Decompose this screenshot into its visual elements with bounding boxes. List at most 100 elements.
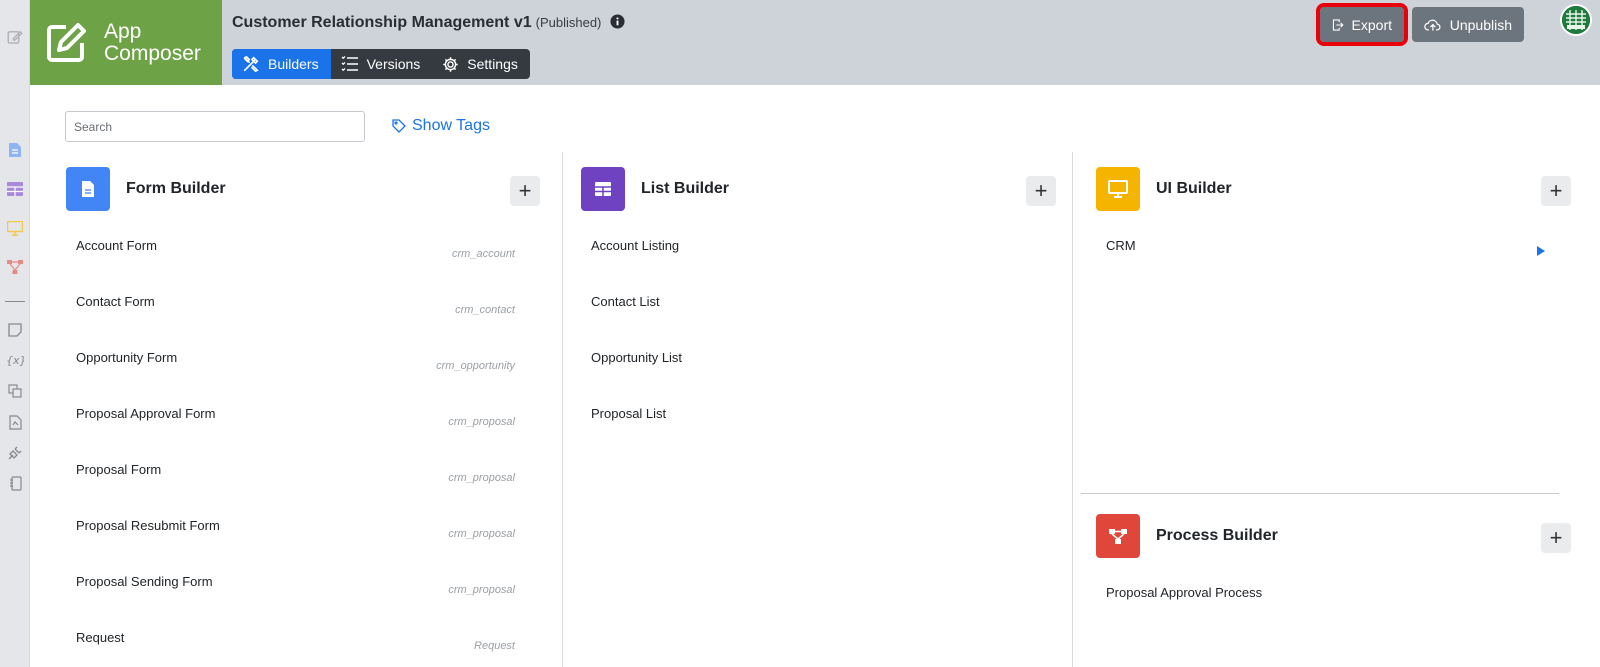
list-builder-icon[interactable] [5, 179, 25, 199]
avatar[interactable] [1560, 4, 1592, 36]
tab-builders[interactable]: Builders [232, 49, 331, 79]
item-table: crm_proposal [448, 416, 515, 428]
form-list-item[interactable]: Request Request [76, 625, 515, 665]
list-item[interactable]: Contact List [591, 289, 1031, 329]
notebook-icon[interactable] [5, 473, 25, 493]
tab-settings[interactable]: Settings [432, 49, 530, 79]
app-title: Customer Relationship Management v1 [232, 14, 532, 31]
app-composer-brand[interactable]: App Composer [30, 0, 222, 85]
add-list-button[interactable]: + [1026, 176, 1056, 206]
process-icon[interactable] [5, 257, 25, 277]
item-name: Proposal Approval Form [76, 406, 216, 421]
ui-builder-icon [1096, 167, 1140, 211]
add-form-button[interactable]: + [510, 176, 540, 206]
item-name: Opportunity Form [76, 350, 178, 365]
item-name: Account Listing [591, 238, 680, 253]
item-table: crm_opportunity [436, 360, 515, 372]
form-list-item[interactable]: Account Form crm_account [76, 233, 515, 273]
unpublish-button[interactable]: Unpublish [1412, 7, 1524, 42]
plus-icon: + [1549, 525, 1563, 550]
variable-icon[interactable]: {x} [5, 350, 25, 370]
item-name: Proposal Sending Form [76, 574, 213, 589]
plugin-icon[interactable] [5, 443, 25, 463]
item-table: crm_proposal [448, 472, 515, 484]
rail-divider [5, 301, 25, 302]
show-tags-link[interactable]: Show Tags [392, 117, 490, 135]
add-process-button[interactable]: + [1541, 523, 1571, 553]
form-builder-title: Form Builder [126, 180, 226, 197]
builders-icon [243, 55, 259, 73]
export-icon [1332, 18, 1344, 31]
item-name: Account Form [76, 238, 157, 253]
item-name: Proposal Form [76, 462, 162, 477]
plus-icon: + [1549, 178, 1563, 203]
tab-versions[interactable]: Versions [331, 49, 433, 79]
brand-line2: Composer [104, 41, 201, 65]
item-table: crm_contact [455, 304, 515, 316]
tag-icon [392, 119, 406, 133]
item-table: crm_account [452, 248, 515, 260]
item-name: Contact Form [76, 294, 155, 309]
edit-logo-icon [47, 22, 86, 62]
item-name: Proposal List [591, 406, 667, 421]
list-builder-icon [581, 167, 625, 211]
builder-tabs: Builders Versions Settings [232, 49, 530, 79]
tab-label: Builders [268, 56, 319, 72]
item-name: Request [76, 630, 125, 645]
export-button[interactable]: Export [1316, 3, 1408, 46]
translate-icon[interactable] [5, 381, 25, 401]
brand-line1: App [104, 19, 142, 43]
item-name: Proposal Resubmit Form [76, 518, 220, 533]
item-table: crm_proposal [448, 528, 515, 540]
column-divider [562, 152, 563, 667]
item-table: crm_proposal [448, 584, 515, 596]
form-builder-header: Form Builder [66, 167, 226, 211]
section-divider [1081, 493, 1559, 494]
ui-builder-title: UI Builder [1156, 180, 1232, 197]
edit-icon[interactable] [5, 27, 25, 47]
show-tags-label: Show Tags [412, 117, 490, 134]
form-icon[interactable] [5, 140, 25, 160]
form-list-item[interactable]: Proposal Form crm_proposal [76, 457, 515, 497]
process-builder-icon [1096, 514, 1140, 558]
left-rail: {x} [0, 0, 30, 667]
process-builder-header: Process Builder [1096, 514, 1278, 558]
item-name: Contact List [591, 294, 660, 309]
add-ui-button[interactable]: + [1541, 176, 1571, 206]
list-icon [341, 56, 358, 72]
process-builder-title: Process Builder [1156, 527, 1278, 544]
list-builder-title: List Builder [641, 180, 730, 197]
tab-label: Settings [467, 56, 518, 72]
item-name: Proposal Approval Process [1106, 585, 1263, 600]
item-name: Opportunity List [591, 350, 683, 365]
info-icon[interactable] [610, 14, 625, 29]
plus-icon: + [1034, 178, 1048, 203]
form-list-item[interactable]: Opportunity Form crm_opportunity [76, 345, 515, 385]
search-input[interactable] [65, 111, 365, 142]
process-list-item[interactable]: Proposal Approval Process [1106, 580, 1536, 620]
list-item[interactable]: Opportunity List [591, 345, 1031, 385]
form-builder-icon [66, 167, 110, 211]
list-item[interactable]: Account Listing [591, 233, 1031, 273]
form-list-item[interactable]: Proposal Resubmit Form crm_proposal [76, 513, 515, 553]
form-list-item[interactable]: Proposal Sending Form crm_proposal [76, 569, 515, 609]
ui-list-item[interactable]: CRM [1106, 233, 1536, 273]
app-header: Customer Relationship Management v1 (Publ… [222, 0, 1600, 85]
item-name: CRM [1106, 238, 1136, 253]
item-table: Request [474, 640, 515, 652]
cloud-upload-icon [1424, 19, 1441, 31]
svg-text:{x}: {x} [6, 354, 24, 367]
export-label: Export [1351, 16, 1392, 33]
ui-builder-header: UI Builder [1096, 167, 1232, 211]
unpublish-label: Unpublish [1449, 16, 1512, 33]
form-list-item[interactable]: Contact Form crm_contact [76, 289, 515, 329]
document-icon[interactable] [5, 412, 25, 432]
list-item[interactable]: Proposal List [591, 401, 1031, 441]
column-divider [1072, 152, 1073, 667]
plus-icon: + [518, 178, 532, 203]
list-builder-header: List Builder [581, 167, 729, 211]
monitor-icon[interactable] [5, 218, 25, 238]
note-icon[interactable] [5, 320, 25, 340]
play-icon[interactable] [1537, 246, 1545, 256]
form-list-item[interactable]: Proposal Approval Form crm_proposal [76, 401, 515, 441]
